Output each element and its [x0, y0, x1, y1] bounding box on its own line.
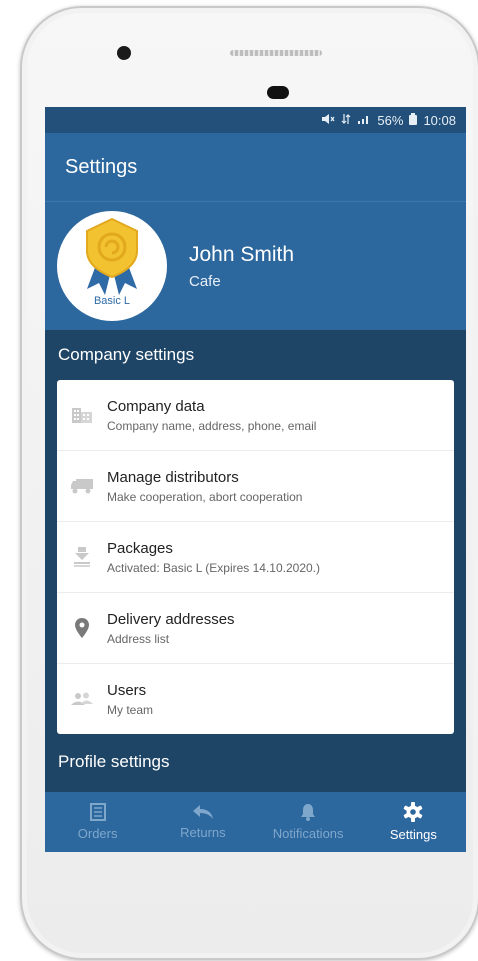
item-text: Delivery addresses Address list — [107, 611, 235, 646]
truck-icon — [57, 478, 107, 494]
nav-label: Notifications — [272, 826, 344, 841]
item-title: Manage distributors — [107, 468, 239, 486]
item-text: Users My team — [107, 682, 153, 717]
nav-label: Orders — [77, 826, 118, 841]
status-bar: 56% 10:08 — [45, 107, 466, 133]
bell-icon — [301, 804, 316, 821]
page-title: Settings — [65, 155, 138, 178]
bottom-navigation: Orders Returns Notifications Settings — [45, 792, 466, 852]
location-pin-icon — [57, 618, 107, 638]
ribbon-badge-icon — [86, 217, 138, 295]
nav-settings[interactable]: Settings — [361, 792, 466, 852]
manage-distributors-item[interactable]: Manage distributors Make cooperation, ab… — [57, 451, 454, 522]
profile-name: John Smith — [189, 242, 295, 266]
nav-orders[interactable]: Orders — [45, 792, 150, 852]
item-title: Company data — [107, 397, 205, 415]
package-icon — [57, 546, 107, 568]
battery-percent: 56% — [377, 112, 404, 128]
app-screen: 56% 10:08 Settings Basic L John Smith Ca… — [45, 107, 466, 852]
nav-returns[interactable]: Returns — [150, 792, 255, 852]
profile-info: John Smith Cafe — [189, 243, 294, 290]
nav-label: Settings — [389, 827, 437, 842]
speaker-grille — [230, 50, 322, 56]
item-subtitle: My team — [107, 702, 154, 717]
badge-label: Basic L — [93, 295, 131, 307]
gear-icon — [404, 802, 423, 822]
packages-item[interactable]: Packages Activated: Basic L (Expires 14.… — [57, 522, 454, 593]
building-icon — [57, 406, 107, 424]
users-item[interactable]: Users My team — [57, 664, 454, 734]
item-subtitle: Company name, address, phone, email — [107, 418, 317, 433]
item-title: Packages — [107, 539, 173, 557]
company-settings-card: Company data Company name, address, phon… — [57, 380, 454, 734]
signal-icon — [357, 113, 371, 128]
avatar: Basic L — [57, 211, 167, 321]
item-title: Users — [107, 681, 147, 699]
team-icon — [57, 692, 107, 706]
profile-header[interactable]: Basic L John Smith Cafe — [45, 202, 466, 330]
item-subtitle: Address list — [107, 631, 170, 646]
sensor — [267, 86, 289, 99]
item-subtitle: Make cooperation, abort cooperation — [107, 489, 303, 504]
item-text: Company data Company name, address, phon… — [107, 398, 316, 433]
profile-settings-heading: Profile settings — [45, 734, 466, 789]
return-arrow-icon — [192, 805, 213, 819]
nav-notifications[interactable]: Notifications — [256, 792, 361, 852]
mute-icon — [321, 113, 335, 128]
data-icon — [341, 113, 351, 128]
item-text: Manage distributors Make cooperation, ab… — [107, 469, 302, 504]
delivery-addresses-item[interactable]: Delivery addresses Address list — [57, 593, 454, 664]
clock: 10:08 — [423, 112, 456, 128]
battery-icon — [409, 112, 418, 128]
nav-label: Returns — [180, 825, 226, 840]
item-title: Delivery addresses — [107, 610, 235, 628]
app-bar: Settings — [45, 133, 466, 202]
company-settings-heading: Company settings — [45, 330, 466, 380]
item-text: Packages Activated: Basic L (Expires 14.… — [107, 540, 320, 575]
orders-icon — [89, 803, 106, 821]
item-subtitle: Activated: Basic L (Expires 14.10.2020.) — [107, 560, 320, 575]
profile-type: Cafe — [189, 272, 221, 290]
company-data-item[interactable]: Company data Company name, address, phon… — [57, 380, 454, 451]
camera — [117, 46, 131, 60]
